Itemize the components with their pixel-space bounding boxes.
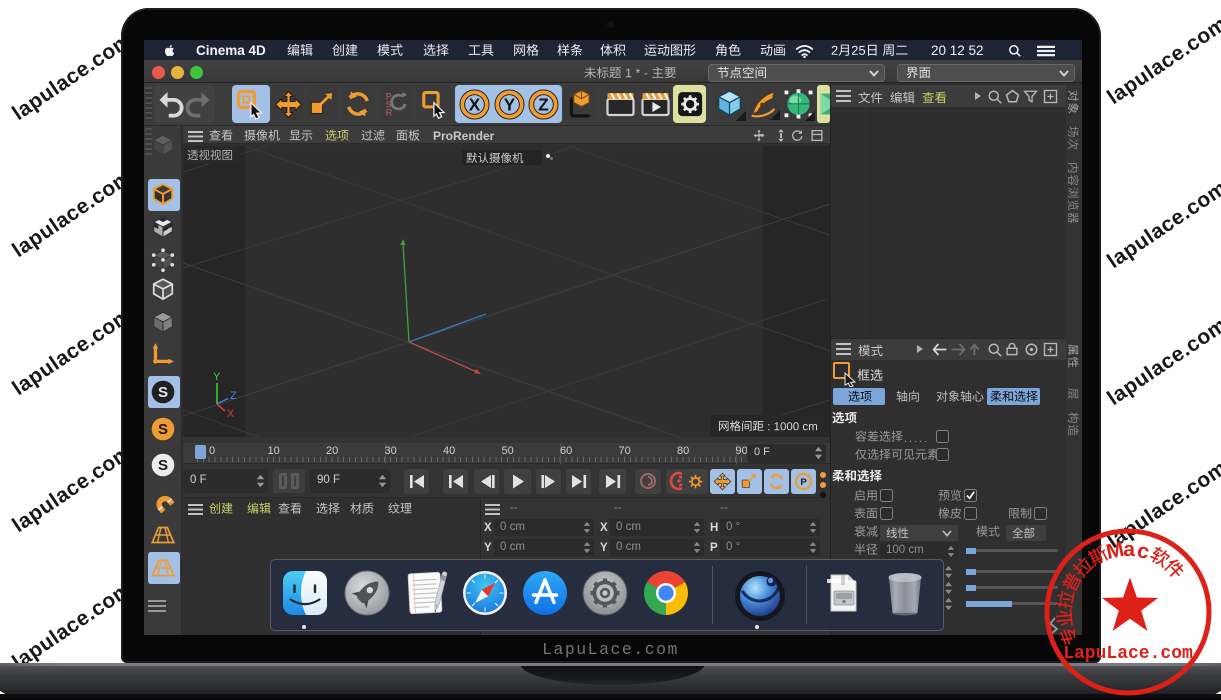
svg-text:X: X bbox=[227, 408, 235, 420]
svg-text:R: R bbox=[386, 108, 393, 118]
svg-text:Z: Z bbox=[230, 390, 237, 402]
svg-text:S: S bbox=[158, 421, 168, 438]
svg-text:P: P bbox=[800, 477, 807, 488]
svg-text:Z: Z bbox=[538, 94, 548, 114]
svg-text:X: X bbox=[469, 94, 481, 114]
svg-text:Y: Y bbox=[213, 371, 221, 383]
svg-text:S: S bbox=[158, 384, 168, 401]
svg-text:Y: Y bbox=[503, 94, 515, 114]
svg-text:S: S bbox=[158, 457, 168, 474]
